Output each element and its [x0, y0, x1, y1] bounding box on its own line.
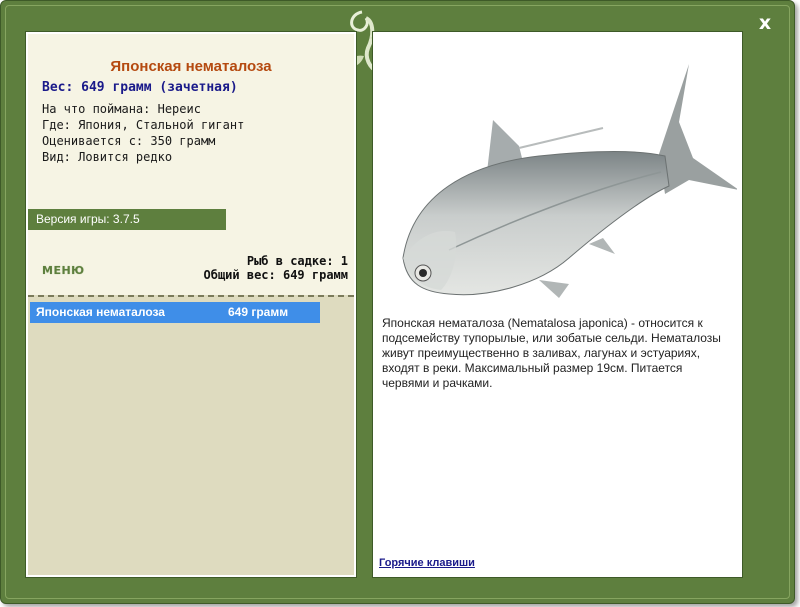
fish-details-panel: Японская нематалоза (Nematalosa japonica…: [372, 31, 743, 578]
keep-net-list-area: [28, 295, 354, 575]
list-item-weight: 649 грамм: [228, 305, 289, 319]
fish-description: Японская нематалоза (Nematalosa japonica…: [382, 316, 721, 390]
hotkeys-link[interactable]: Горячие клавиши: [379, 557, 475, 569]
menu-button[interactable]: МЕНЮ: [42, 264, 85, 277]
rarity-info: Вид: Ловится редко: [42, 150, 173, 164]
fish-weight: Вес: 649 грамм (зачетная): [42, 80, 238, 95]
fish-name: Японская нематалоза: [110, 58, 272, 75]
fish-illustration: [402, 64, 737, 298]
keep-net-count: Рыб в садке: 1: [246, 254, 348, 268]
bait-info: На что поймана: Нереис: [42, 102, 201, 116]
catch-info-panel: Японская нематалоза Вес: 649 грамм (заче…: [25, 31, 357, 578]
game-version: Версия игры: 3.7.5: [28, 209, 226, 230]
location-info: Где: Япония, Стальной гигант: [42, 118, 245, 132]
list-item[interactable]: Японская нематалоза 649 грамм: [30, 302, 320, 323]
list-item-name: Японская нематалоза: [36, 305, 165, 319]
keep-net-total-weight: Общий вес: 649 грамм: [203, 268, 349, 282]
close-icon[interactable]: x: [754, 12, 776, 34]
divider: [28, 295, 354, 297]
min-weight-info: Оценивается с: 350 грамм: [42, 134, 216, 148]
